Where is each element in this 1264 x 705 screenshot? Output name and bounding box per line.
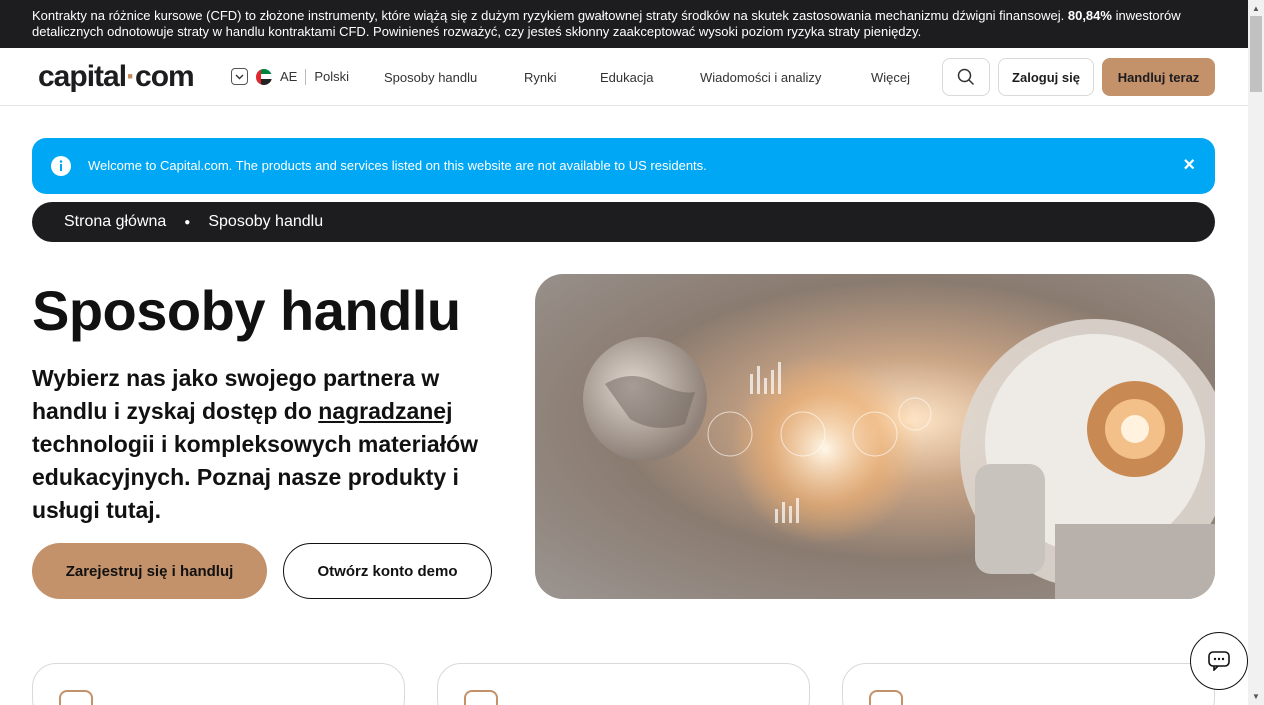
breadcrumb: Strona główna ● Sposoby handlu — [32, 202, 1215, 242]
breadcrumb-home[interactable]: Strona główna — [64, 213, 166, 231]
trade-now-button[interactable]: Handluj teraz — [1102, 58, 1215, 96]
logo-text-right: com — [135, 60, 195, 93]
nav-markets[interactable]: Rynki — [524, 70, 557, 85]
robot-globe-illustration — [583, 319, 1215, 599]
nav-education[interactable]: Edukacja — [600, 70, 653, 85]
close-icon[interactable]: × — [1183, 154, 1195, 177]
hero-image — [535, 274, 1215, 599]
info-icon — [51, 156, 71, 176]
feature-card-2[interactable] — [437, 663, 810, 705]
chat-icon — [1208, 651, 1230, 671]
login-button[interactable]: Zaloguj się — [998, 58, 1094, 96]
nav-more[interactable]: Więcej — [871, 70, 910, 85]
nav-news-analysis[interactable]: Wiadomości i analizy — [700, 70, 821, 85]
scroll-down-icon[interactable]: ▼ — [1252, 692, 1260, 701]
chat-bubble-icon — [59, 690, 93, 705]
chat-support-button[interactable] — [1190, 632, 1248, 690]
language-label[interactable]: Polski — [314, 69, 349, 84]
page-title: Sposoby handlu — [32, 279, 461, 342]
uae-flag-icon — [256, 68, 272, 85]
lead-text-2: technologii i kompleksowych materiałów e… — [32, 431, 479, 523]
logo-dot: · — [126, 60, 136, 93]
chevron-down-icon[interactable] — [231, 68, 248, 85]
region-code: AE — [280, 69, 298, 84]
us-residents-notice: Welcome to Capital.com. The products and… — [32, 138, 1215, 194]
feature-card-3[interactable] — [842, 663, 1215, 705]
capital-logo[interactable]: capital·com — [38, 60, 195, 94]
locale-selector[interactable]: AE Polski — [231, 68, 349, 85]
page-scrollbar[interactable]: ▲ ▼ — [1248, 0, 1264, 705]
scroll-up-icon[interactable]: ▲ — [1252, 4, 1260, 13]
logo-text-left: capital — [38, 60, 127, 93]
open-demo-button[interactable]: Otwórz konto demo — [283, 543, 492, 599]
risk-warning-percent: 80,84% — [1067, 8, 1112, 23]
nav-trading-ways[interactable]: Sposoby handlu — [384, 70, 477, 85]
breadcrumb-separator: ● — [184, 216, 191, 228]
chip-icon — [869, 690, 903, 705]
scrollbar-thumb[interactable] — [1250, 16, 1262, 92]
award-link[interactable]: nagradzanej — [318, 398, 452, 424]
search-button[interactable] — [942, 58, 990, 96]
locale-divider — [305, 68, 307, 85]
feature-card-1[interactable] — [32, 663, 405, 705]
risk-warning-text: Kontrakty na różnice kursowe (CFD) to zł… — [32, 8, 1065, 23]
search-icon — [957, 68, 975, 86]
hero-lead: Wybierz nas jako swojego partnera w hand… — [32, 362, 502, 527]
screen-icon — [464, 690, 498, 705]
risk-warning-banner: Kontrakty na różnice kursowe (CFD) to zł… — [0, 0, 1248, 48]
register-trade-button[interactable]: Zarejestruj się i handluj — [32, 543, 267, 599]
site-header: capital·com AE Polski Sposoby handlu Ryn… — [0, 48, 1248, 106]
notice-message: Welcome to Capital.com. The products and… — [88, 158, 707, 173]
breadcrumb-current: Sposoby handlu — [208, 213, 324, 230]
